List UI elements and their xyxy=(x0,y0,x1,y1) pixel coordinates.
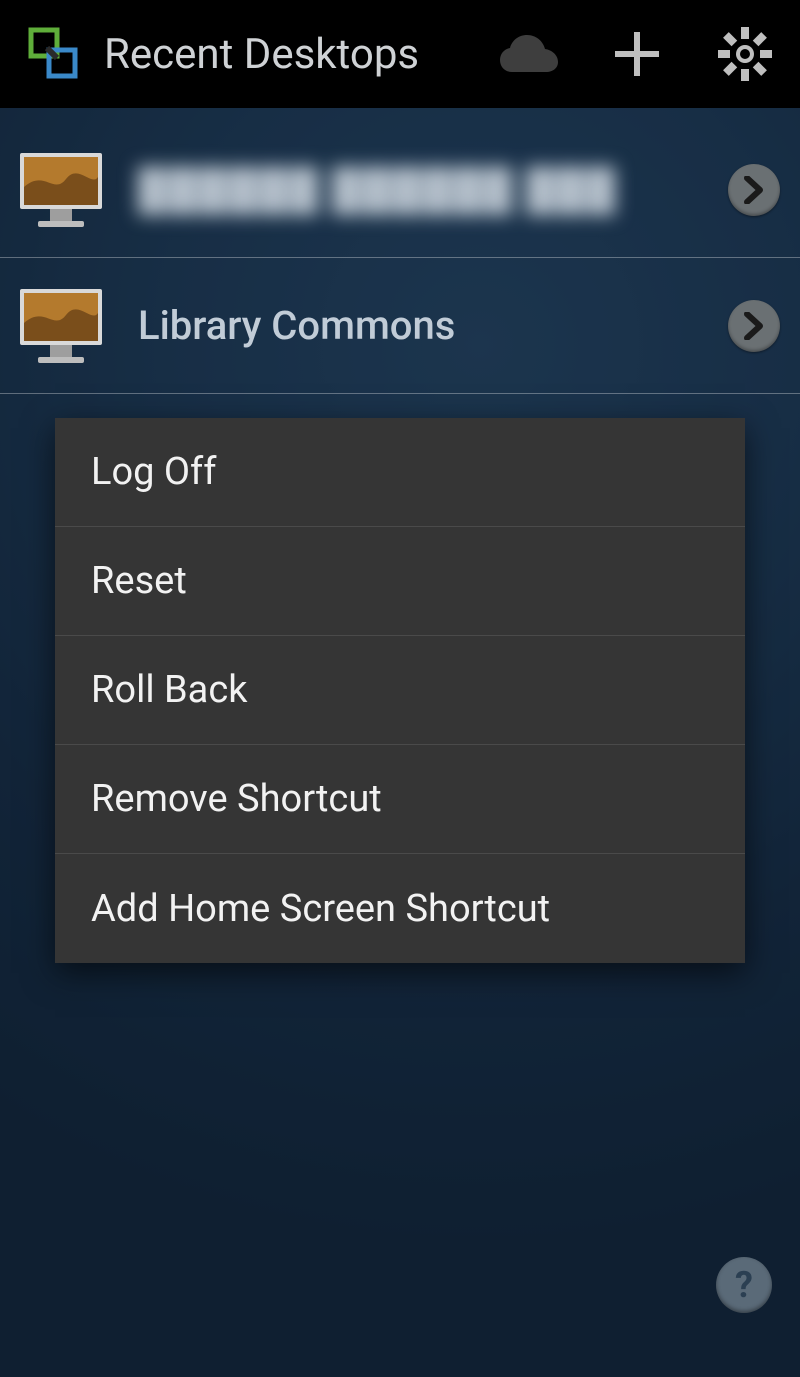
menu-item-reset[interactable]: Reset xyxy=(55,527,745,636)
menu-item-roll-back[interactable]: Roll Back xyxy=(55,636,745,745)
desktop-icon xyxy=(14,143,108,237)
chevron-right-icon xyxy=(744,176,764,204)
plus-icon xyxy=(611,28,663,80)
row-more-button[interactable] xyxy=(728,164,780,216)
desktop-row[interactable]: Library Commons xyxy=(0,258,800,394)
menu-item-remove-shortcut[interactable]: Remove Shortcut xyxy=(55,745,745,854)
desktop-icon xyxy=(14,279,108,373)
cloud-button[interactable] xyxy=(484,0,574,108)
desktop-list: ██████ ██████ ███ Library Commons xyxy=(0,108,800,394)
menu-item-log-off[interactable]: Log Off xyxy=(55,418,745,527)
gear-icon xyxy=(717,26,773,82)
add-button[interactable] xyxy=(592,0,682,108)
chevron-right-icon xyxy=(744,312,764,340)
context-menu: Log Off Reset Roll Back Remove Shortcut … xyxy=(55,418,745,963)
desktop-label: Library Commons xyxy=(138,302,698,349)
action-bar: Recent Desktops xyxy=(0,0,800,108)
desktop-label: ██████ ██████ ███ xyxy=(138,166,698,213)
cloud-icon xyxy=(496,32,562,76)
app-logo-icon xyxy=(20,21,86,87)
page-title: Recent Desktops xyxy=(104,30,466,79)
help-icon: ? xyxy=(735,1264,753,1306)
help-button[interactable]: ? xyxy=(716,1257,772,1313)
menu-item-add-home-shortcut[interactable]: Add Home Screen Shortcut xyxy=(55,854,745,963)
settings-button[interactable] xyxy=(700,0,790,108)
row-more-button[interactable] xyxy=(728,300,780,352)
desktop-row[interactable]: ██████ ██████ ███ xyxy=(0,122,800,258)
